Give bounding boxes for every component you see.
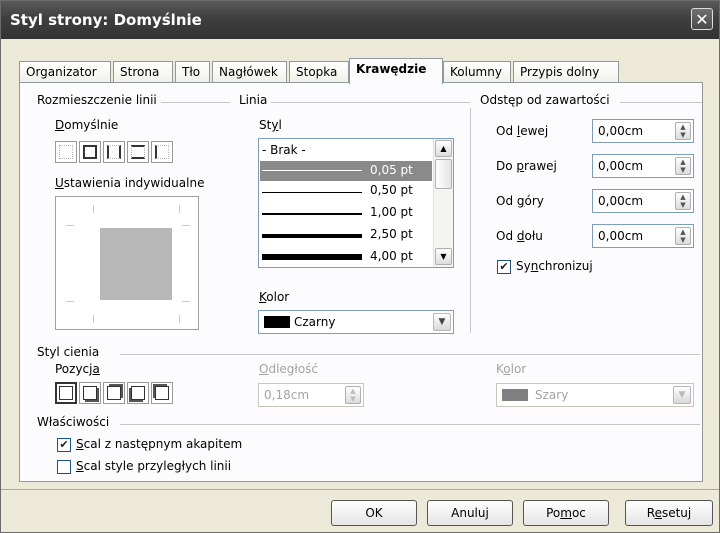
separator bbox=[120, 424, 700, 425]
shadow-position-label: Pozycja bbox=[55, 362, 100, 376]
tab-header[interactable]: Nagłówek bbox=[212, 61, 287, 83]
close-icon[interactable]: ✕ bbox=[691, 8, 713, 30]
scroll-thumb[interactable] bbox=[435, 159, 452, 189]
line-style-option[interactable]: 0,50 pt bbox=[370, 183, 413, 197]
merge-adjacent-lines-label: Scal style przyległych linii bbox=[76, 459, 232, 473]
shadow-color-label: Kolor bbox=[496, 362, 527, 376]
tab-organizer[interactable]: Organizator bbox=[19, 61, 111, 83]
tab-footer[interactable]: Stopka bbox=[289, 61, 349, 83]
shadow-color-value: Szary bbox=[535, 388, 569, 402]
spacing-right-label: Do prawej bbox=[496, 159, 557, 173]
tab-background[interactable]: Tło bbox=[175, 61, 210, 83]
line-arrangement-label: Rozmieszczenie linii bbox=[37, 93, 161, 107]
spin-updown-icon[interactable]: ▲ ▼ bbox=[675, 122, 691, 140]
left-border-preset-icon[interactable] bbox=[151, 141, 173, 163]
line-sample bbox=[262, 213, 362, 215]
color-swatch bbox=[264, 316, 290, 328]
spin-updown-icon[interactable]: ▲ ▼ bbox=[345, 386, 361, 404]
style-label: Styl bbox=[259, 118, 282, 132]
spin-updown-icon[interactable]: ▲ ▼ bbox=[675, 227, 691, 245]
line-sample bbox=[262, 254, 362, 260]
tab-columns[interactable]: Kolumny bbox=[443, 61, 511, 83]
cancel-button[interactable]: Anuluj bbox=[427, 500, 513, 526]
line-style-option-selected[interactable]: 0,05 pt bbox=[260, 161, 432, 181]
color-swatch bbox=[502, 389, 528, 401]
line-color-label: Kolor bbox=[259, 290, 290, 304]
line-sample bbox=[262, 234, 362, 238]
line-style-option[interactable]: 4,00 pt bbox=[370, 249, 413, 263]
separator bbox=[120, 354, 700, 355]
shadow-distance-field[interactable]: 0,18cm ▲ ▼ bbox=[258, 383, 364, 407]
spacing-top-field[interactable]: 0,00cm ▲ ▼ bbox=[592, 189, 694, 213]
scroll-down-icon[interactable]: ▼ bbox=[435, 248, 452, 265]
shadow-top-left-icon[interactable] bbox=[151, 382, 173, 404]
custom-settings-label: Ustawienia indywidualne bbox=[55, 176, 205, 190]
properties-group-label: Właściwości bbox=[37, 415, 114, 429]
shadow-distance-label: Odległość bbox=[259, 362, 319, 376]
borders-panel: Rozmieszczenie linii Domyślnie Ustawieni… bbox=[19, 82, 703, 482]
left-right-border-preset-icon[interactable] bbox=[103, 141, 125, 163]
shadow-color-dropdown[interactable]: Szary ▼ bbox=[496, 383, 694, 407]
help-button[interactable]: Pomoc bbox=[523, 500, 609, 526]
synchronize-checkbox[interactable]: ✔ bbox=[497, 260, 511, 274]
ok-button[interactable]: OK bbox=[331, 500, 417, 526]
default-label: Domyślnie bbox=[55, 118, 119, 132]
no-shadow-icon[interactable] bbox=[55, 382, 77, 404]
line-color-dropdown[interactable]: Czarny ▼ bbox=[258, 310, 454, 334]
shadow-group-label: Styl cienia bbox=[37, 345, 104, 359]
separator bbox=[1, 489, 719, 490]
spacing-group-label: Odstęp od zawartości bbox=[480, 93, 614, 107]
spacing-top-label: Od góry bbox=[496, 194, 544, 208]
no-borders-preset-icon[interactable] bbox=[55, 141, 77, 163]
spacing-left-field[interactable]: 0,00cm ▲ ▼ bbox=[592, 119, 694, 143]
separator bbox=[270, 102, 470, 103]
spacing-right-field[interactable]: 0,00cm ▲ ▼ bbox=[592, 154, 694, 178]
line-style-option[interactable]: 2,50 pt bbox=[370, 227, 413, 241]
spin-updown-icon[interactable]: ▲ ▼ bbox=[675, 192, 691, 210]
tab-footnote[interactable]: Przypis dolny bbox=[513, 61, 619, 83]
separator bbox=[160, 102, 230, 103]
separator bbox=[470, 108, 471, 333]
tab-borders[interactable]: Krawędzie bbox=[349, 58, 443, 84]
dialog-title: Styl strony: Domyślnie bbox=[10, 11, 202, 29]
spacing-left-label: Od lewej bbox=[496, 124, 549, 138]
page-style-dialog: Styl strony: Domyślnie ✕ Organizator Str… bbox=[0, 0, 720, 533]
reset-button[interactable]: Resetuj bbox=[625, 500, 713, 526]
spacing-bottom-field[interactable]: 0,00cm ▲ ▼ bbox=[592, 224, 694, 248]
shadow-top-right-icon[interactable] bbox=[103, 382, 125, 404]
chevron-down-icon[interactable]: ▼ bbox=[673, 386, 691, 404]
spin-updown-icon[interactable]: ▲ ▼ bbox=[675, 157, 691, 175]
separator bbox=[620, 102, 702, 103]
tab-page[interactable]: Strona bbox=[113, 61, 173, 83]
border-preview[interactable] bbox=[55, 196, 199, 330]
shadow-bottom-right-icon[interactable] bbox=[79, 382, 101, 404]
line-group-label: Linia bbox=[239, 93, 272, 107]
list-scrollbar[interactable]: ▲ ▼ bbox=[433, 139, 453, 267]
outer-border-preset-icon[interactable] bbox=[79, 141, 101, 163]
merge-adjacent-lines-checkbox[interactable] bbox=[57, 460, 71, 474]
merge-next-paragraph-label: Scal z następnym akapitem bbox=[76, 437, 243, 451]
line-style-option[interactable]: 1,00 pt bbox=[370, 205, 413, 219]
line-style-option[interactable]: - Brak - bbox=[262, 143, 306, 157]
line-color-value: Czarny bbox=[294, 315, 336, 329]
scroll-up-icon[interactable]: ▲ bbox=[435, 140, 452, 157]
merge-next-paragraph-checkbox[interactable]: ✔ bbox=[57, 438, 71, 452]
line-sample bbox=[262, 192, 362, 193]
synchronize-label: Synchronizuj bbox=[516, 259, 593, 273]
top-bottom-border-preset-icon[interactable] bbox=[127, 141, 149, 163]
title-bar: Styl strony: Domyślnie ✕ bbox=[1, 1, 719, 39]
spacing-bottom-label: Od dołu bbox=[496, 229, 543, 243]
chevron-down-icon[interactable]: ▼ bbox=[433, 313, 451, 331]
preview-content-area bbox=[100, 228, 172, 300]
line-style-list[interactable]: - Brak - 0,05 pt 0,50 pt 1,00 pt 2,50 pt… bbox=[258, 138, 454, 268]
shadow-bottom-left-icon[interactable] bbox=[127, 382, 149, 404]
